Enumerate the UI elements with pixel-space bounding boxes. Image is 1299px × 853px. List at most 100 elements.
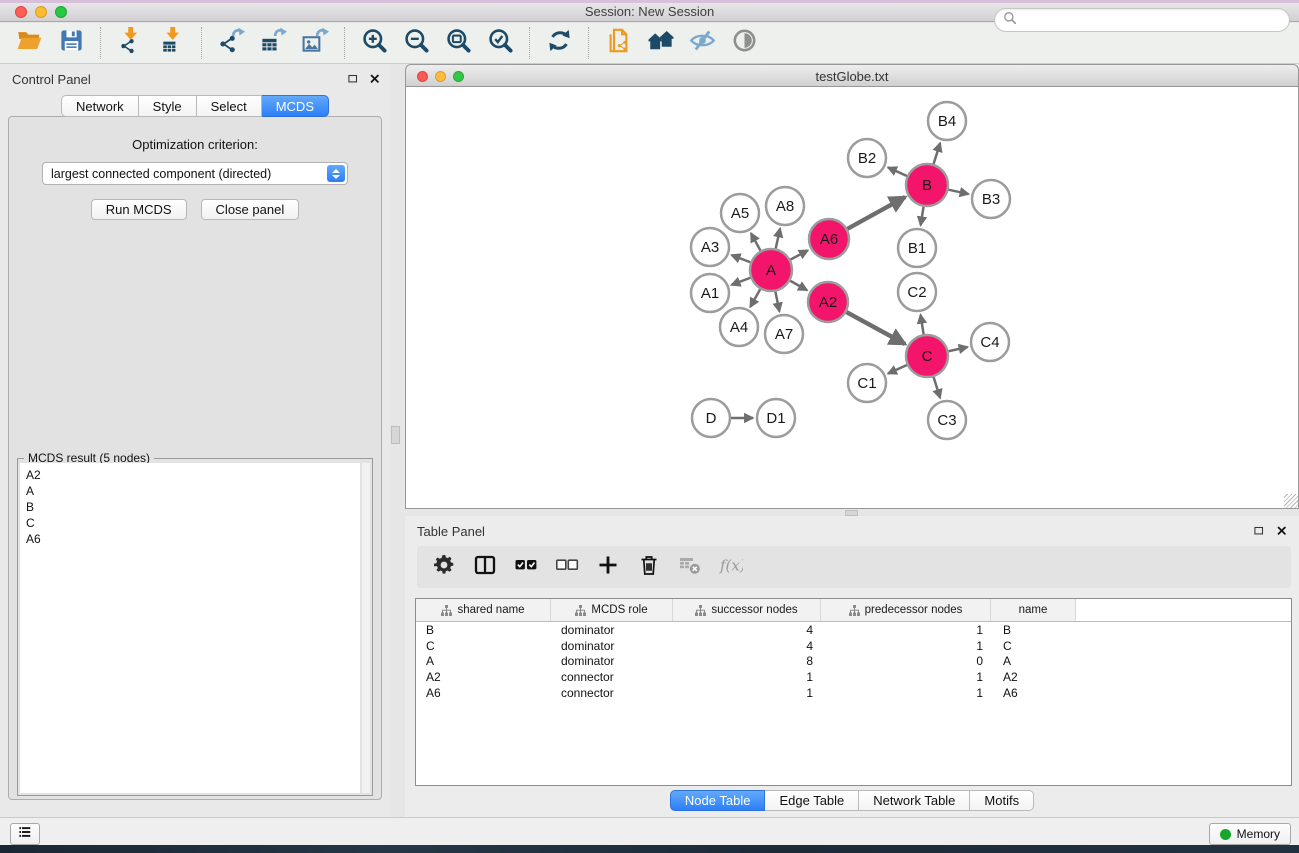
node-B[interactable]: B xyxy=(906,164,948,206)
memory-button[interactable]: Memory xyxy=(1209,823,1291,845)
table-row[interactable]: Bdominator41B xyxy=(416,622,1291,638)
node-D[interactable]: D xyxy=(692,399,730,437)
table-cell[interactable]: A2 xyxy=(991,670,1076,684)
search-input[interactable] xyxy=(1017,12,1289,28)
tab-node-table[interactable]: Node Table xyxy=(670,790,766,811)
node-A2[interactable]: A2 xyxy=(808,282,848,322)
export-image-button[interactable] xyxy=(297,27,333,59)
table-cell[interactable]: 0 xyxy=(821,654,991,668)
mcds-result-item[interactable]: C xyxy=(26,515,360,531)
import-network-button[interactable] xyxy=(112,27,148,59)
node-B4[interactable]: B4 xyxy=(928,102,966,140)
column-header-successor-nodes[interactable]: successor nodes xyxy=(673,599,821,621)
export-table-button[interactable] xyxy=(255,27,291,59)
edge-C-C1[interactable] xyxy=(888,365,907,374)
table-cell[interactable]: 8 xyxy=(673,654,821,668)
edge-A-A5[interactable] xyxy=(751,233,761,250)
close-panel-button[interactable]: Close panel xyxy=(201,199,300,220)
column-header-name[interactable]: name xyxy=(991,599,1076,621)
edge-C-C2[interactable] xyxy=(921,315,924,335)
edge-B-B2[interactable] xyxy=(888,167,907,176)
table-cell[interactable]: A2 xyxy=(416,670,551,684)
select-all-checkboxes-button[interactable] xyxy=(513,554,539,580)
column-header-predecessor-nodes[interactable]: predecessor nodes xyxy=(821,599,991,621)
table-cell[interactable]: 1 xyxy=(821,639,991,653)
tab-mcds[interactable]: MCDS xyxy=(262,95,329,117)
clear-checkboxes-button[interactable] xyxy=(554,554,580,580)
tab-motifs[interactable]: Motifs xyxy=(970,790,1034,811)
node-A4[interactable]: A4 xyxy=(720,308,758,346)
edge-A-A7[interactable] xyxy=(775,292,779,312)
edge-A-A6[interactable] xyxy=(790,250,807,259)
tab-network-table[interactable]: Network Table xyxy=(859,790,970,811)
table-row[interactable]: Cdominator41C xyxy=(416,638,1291,654)
node-B2[interactable]: B2 xyxy=(848,139,886,177)
mcds-result-item[interactable]: A2 xyxy=(26,467,360,483)
eye-button[interactable] xyxy=(726,27,762,59)
float-table-panel-icon[interactable] xyxy=(1250,522,1268,540)
node-B1[interactable]: B1 xyxy=(898,229,936,267)
network-canvas[interactable]: AA1A2A3A4A5A6A7A8BB1B2B3B4CC1C2C3C4DD1 xyxy=(405,87,1299,509)
table-cell[interactable]: 1 xyxy=(821,686,991,700)
resize-grip-icon[interactable] xyxy=(1284,494,1298,508)
column-header-mcds-role[interactable]: MCDS role xyxy=(551,599,673,621)
edge-A-A4[interactable] xyxy=(750,289,760,307)
edge-B-B1[interactable] xyxy=(921,207,924,226)
table-cell[interactable]: 1 xyxy=(821,670,991,684)
open-file-button[interactable] xyxy=(11,27,47,59)
run-mcds-button[interactable]: Run MCDS xyxy=(91,199,187,220)
mcds-result-item[interactable]: A6 xyxy=(26,531,360,547)
edge-A-A8[interactable] xyxy=(776,228,780,248)
node-A8[interactable]: A8 xyxy=(766,187,804,225)
export-network-button[interactable] xyxy=(213,27,249,59)
column-header-shared-name[interactable]: shared name xyxy=(416,599,551,621)
table-cell[interactable]: connector xyxy=(551,670,673,684)
mcds-result-item[interactable]: A xyxy=(26,483,360,499)
split-panel-button[interactable] xyxy=(472,554,498,580)
edge-A-A1[interactable] xyxy=(732,278,751,285)
edge-C-C4[interactable] xyxy=(948,347,967,351)
table-cell[interactable]: dominator xyxy=(551,623,673,637)
settings-gear-button[interactable] xyxy=(431,554,457,580)
table-cell[interactable]: dominator xyxy=(551,639,673,653)
node-A5[interactable]: A5 xyxy=(721,194,759,232)
home-button[interactable] xyxy=(642,27,678,59)
node-B3[interactable]: B3 xyxy=(972,180,1010,218)
node-C3[interactable]: C3 xyxy=(928,401,966,439)
node-D1[interactable]: D1 xyxy=(757,399,795,437)
table-cell[interactable]: C xyxy=(991,639,1076,653)
mcds-result-item[interactable]: B xyxy=(26,499,360,515)
node-A6[interactable]: A6 xyxy=(809,219,849,259)
table-cell[interactable]: C xyxy=(416,639,551,653)
tab-network[interactable]: Network xyxy=(61,95,139,117)
table-cell[interactable]: connector xyxy=(551,686,673,700)
close-panel-icon[interactable] xyxy=(366,70,384,88)
zoom-fit-button[interactable] xyxy=(440,27,476,59)
node-C2[interactable]: C2 xyxy=(898,273,936,311)
node-A1[interactable]: A1 xyxy=(691,274,729,312)
tab-style[interactable]: Style xyxy=(139,95,197,117)
table-cell[interactable]: A6 xyxy=(991,686,1076,700)
node-A7[interactable]: A7 xyxy=(765,315,803,353)
node-C4[interactable]: C4 xyxy=(971,323,1009,361)
edge-B-B4[interactable] xyxy=(934,143,941,164)
node-C[interactable]: C xyxy=(906,335,948,377)
zoom-out-button[interactable] xyxy=(398,27,434,59)
table-cell[interactable]: 1 xyxy=(673,670,821,684)
float-panel-icon[interactable] xyxy=(344,70,362,88)
delete-columns-button[interactable] xyxy=(636,554,662,580)
table-row[interactable]: A2connector11A2 xyxy=(416,669,1291,685)
table-cell[interactable]: A xyxy=(991,654,1076,668)
open-session-document-button[interactable] xyxy=(600,27,636,59)
table-cell[interactable]: B xyxy=(991,623,1076,637)
edge-A2-C[interactable] xyxy=(846,312,905,344)
tab-edge-table[interactable]: Edge Table xyxy=(765,790,859,811)
table-cell[interactable]: A xyxy=(416,654,551,668)
add-column-button[interactable] xyxy=(595,554,621,580)
edge-C-C3[interactable] xyxy=(934,377,941,398)
tab-select[interactable]: Select xyxy=(197,95,262,117)
table-cell[interactable]: B xyxy=(416,623,551,637)
zoom-selected-button[interactable] xyxy=(482,27,518,59)
edge-B-B3[interactable] xyxy=(948,190,968,194)
edge-A6-B[interactable] xyxy=(847,197,905,229)
